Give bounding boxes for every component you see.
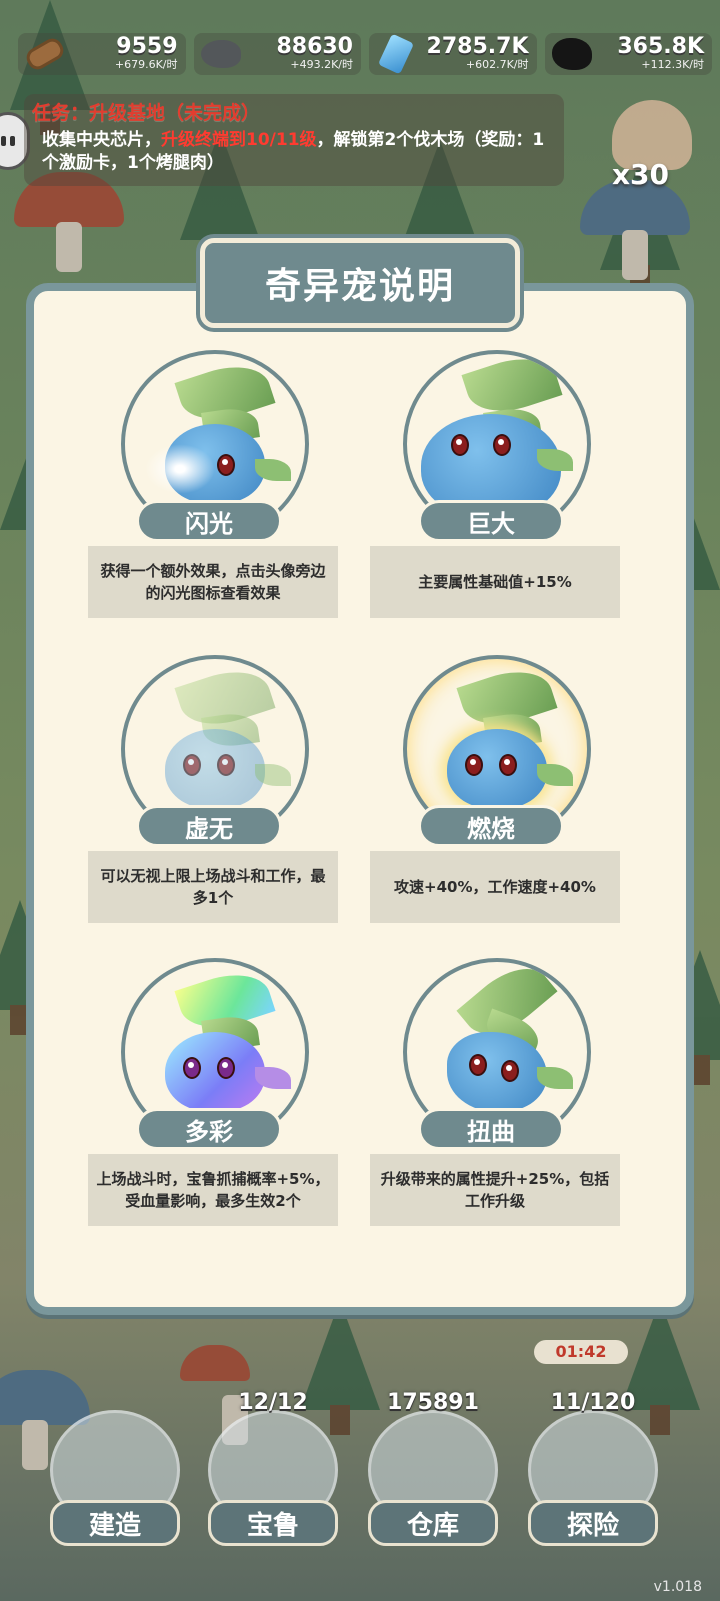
nav-label: 建造 [50,1500,180,1546]
nav-label: 探险 [528,1500,658,1546]
wood-log-icon [22,34,68,74]
pet-type-label: 多彩 [136,1108,282,1150]
coal-icon [549,36,595,72]
resource-rate: +112.3K/时 [641,58,704,71]
pet-card-shiny: 闪光 获得一个额外效果，点击头像旁边的闪光图标查看效果 [88,350,348,630]
pet-type-description: 攻速+40%，工作速度+40% [370,851,620,923]
dialog-title: 奇异宠说明 [200,238,520,328]
pet-type-label: 闪光 [136,500,282,542]
bottom-nav: 建造 12/12 宝鲁 175891 仓库 01:42 11/120 探险 [40,1340,680,1590]
resource-value: 9559 [116,34,178,59]
resource-rate: +493.2K/时 [290,58,353,71]
pet-type-description: 升级带来的属性提升+25%，包括工作升级 [370,1154,620,1226]
nav-label: 宝鲁 [208,1500,338,1546]
nav-explore[interactable]: 01:42 11/120 探险 [518,1340,668,1570]
resource-coal: 365.8K +112.3K/时 [544,33,712,75]
explore-timer: 01:42 [534,1340,628,1364]
crystal-icon [373,33,419,75]
nav-storage[interactable]: 175891 仓库 [358,1360,508,1570]
version-label: v1.018 [653,1579,702,1595]
resource-rate: +679.6K/时 [114,58,178,71]
sparkle-icon [145,444,215,494]
pet-type-label: 巨大 [418,500,564,542]
storage-count: 175891 [387,1390,479,1415]
resource-bar: 9559 +679.6K/时 88630 +493.2K/时 2785.7K +… [18,33,712,79]
pet-card-giant: 巨大 主要属性基础值+15% [370,350,630,630]
quest-panel[interactable]: 任务：升级基地（未完成） 收集中央芯片，升级终端到10/11级，解锁第2个伐木场… [24,94,564,186]
quest-highlight: 升级终端到10/11级 [161,130,317,150]
pet-card-twisted: 扭曲 升级带来的属性提升+25%，包括工作升级 [370,958,630,1238]
pet-type-label: 燃烧 [418,805,564,847]
pet-count: 12/12 [238,1390,308,1415]
resource-rate: +602.7K/时 [465,58,529,71]
resource-value: 88630 [276,34,353,59]
pet-type-description: 获得一个额外效果，点击头像旁边的闪光图标查看效果 [88,546,338,618]
pet-type-label: 扭曲 [418,1108,564,1150]
pet-card-burning: 燃烧 攻速+40%，工作速度+40% [370,655,630,935]
resource-wood: 9559 +679.6K/时 [18,33,186,75]
pet-type-description: 上场战斗时，宝鲁抓捕概率+5%，受血量影响，最多生效2个 [88,1154,338,1226]
quest-title: 任务：升级基地（未完成） [32,102,261,124]
pet-type-label: 虚无 [136,805,282,847]
glove-count: x30 [612,158,670,191]
pet-type-description: 主要属性基础值+15% [370,546,620,618]
pet-card-colorful: 多彩 上场战斗时，宝鲁抓捕概率+5%，受血量影响，最多生效2个 [88,958,348,1238]
energy-count: 11/120 [550,1390,636,1415]
resource-value: 365.8K [617,34,704,59]
stone-icon [198,36,244,72]
quest-description: 收集中央芯片，升级终端到10/11级，解锁第2个伐木场（奖励：1个激励卡，1个烤… [42,130,545,173]
resource-stone: 88630 +493.2K/时 [193,33,361,75]
chat-icon [1,136,6,146]
pet-card-void: 虚无 可以无视上限上场战斗和工作，最多1个 [88,655,348,935]
nav-pets[interactable]: 12/12 宝鲁 [198,1360,348,1570]
resource-value: 2785.7K [426,34,529,59]
pet-type-description: 可以无视上限上场战斗和工作，最多1个 [88,851,338,923]
nav-build[interactable]: 建造 [40,1360,190,1570]
resource-crystal: 2785.7K +602.7K/时 [369,33,537,75]
nav-label: 仓库 [368,1500,498,1546]
